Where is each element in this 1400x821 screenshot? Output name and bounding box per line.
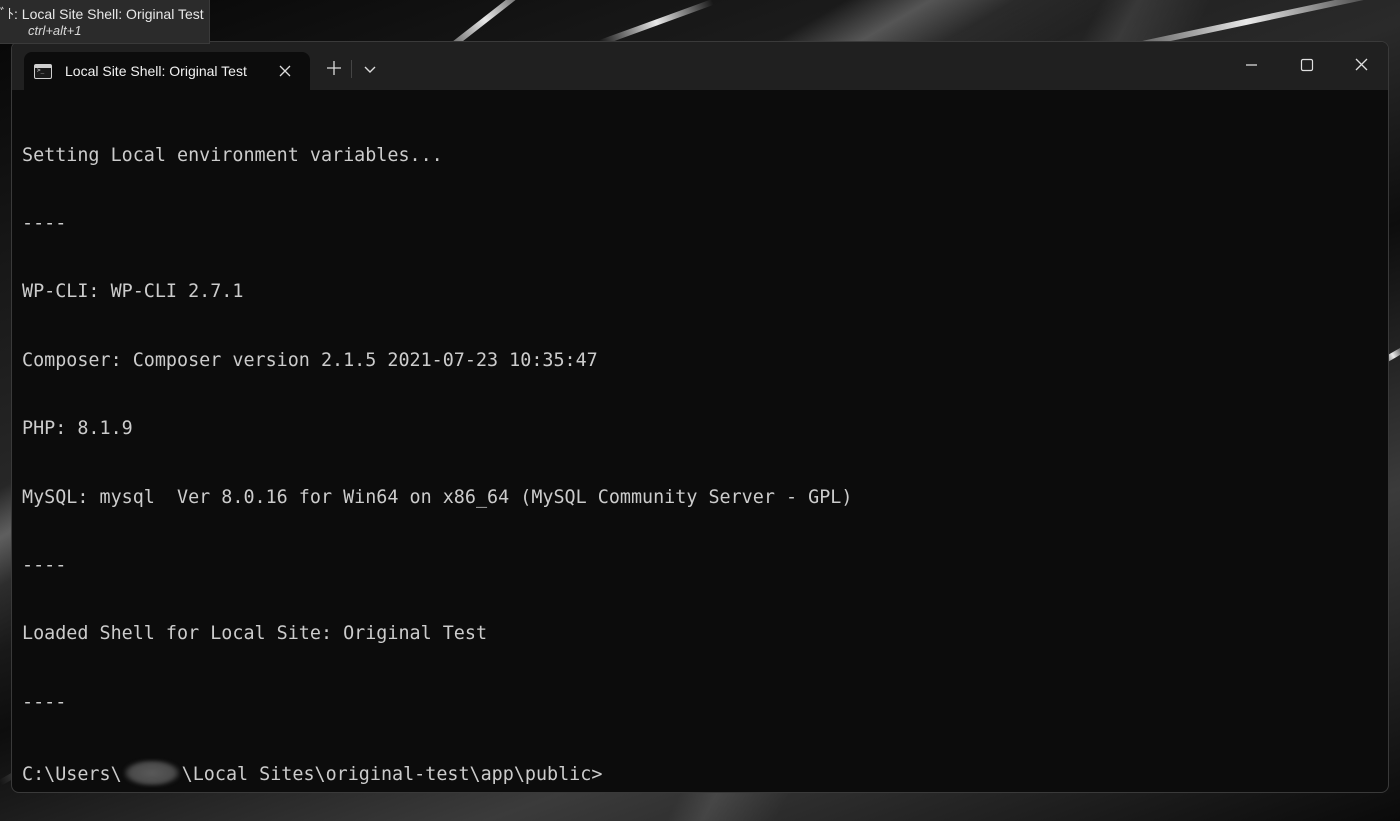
minimize-icon[interactable] [1228,50,1274,80]
close-icon-svg [279,65,291,77]
command-prompt[interactable]: C:\Users\ \Local Sites\original-test\app\… [22,760,1378,787]
terminal-line: PHP: 8.1.9 [22,418,133,440]
close-icon[interactable] [1338,50,1384,80]
title-bar[interactable]: Local Site Shell: Original Test [12,42,1388,90]
tab-tooltip: ﾞﾄ: Local Site Shell: Original Test ctrl… [0,0,210,44]
tab-local-site-shell[interactable]: Local Site Shell: Original Test [24,52,310,90]
tooltip-shortcut: ctrl+alt+1 [28,23,82,38]
maximize-icon-svg [1300,58,1314,72]
terminal-line: ---- [22,691,67,713]
maximize-icon[interactable] [1283,50,1329,80]
terminal-icon [34,63,52,79]
terminal-line: ---- [22,212,67,234]
chevron-down-icon[interactable] [361,60,379,78]
wallpaper-streak [598,0,714,46]
close-window-icon-svg [1355,58,1368,71]
plus-icon[interactable] [324,58,344,78]
terminal-line: WP-CLI: WP-CLI 2.7.1 [22,281,244,303]
terminal-line: Loaded Shell for Local Site: Original Te… [22,623,488,645]
chevron-down-icon-svg [364,66,376,73]
terminal-line: Setting Local environment variables... [22,144,443,166]
prompt-prefix: C:\Users\ [22,764,122,786]
tab-title: Local Site Shell: Original Test [65,63,247,79]
terminal-window: Local Site Shell: Original Test [11,41,1389,793]
prompt-suffix: \Local Sites\original-test\app\public> [181,764,603,786]
tab-divider [351,60,352,78]
terminal-line: MySQL: mysql Ver 8.0.16 for Win64 on x86… [22,486,853,508]
minimize-icon-svg [1246,64,1257,66]
redacted-username [123,760,180,787]
terminal-line: ---- [22,554,67,576]
tooltip-title: ﾞﾄ: Local Site Shell: Original Test [0,6,204,22]
plus-icon-svg [327,61,341,75]
terminal-output[interactable]: Setting Local environment variables... -… [22,99,1378,787]
terminal-line: Composer: Composer version 2.1.5 2021-07… [22,349,598,371]
close-icon[interactable] [275,61,295,81]
